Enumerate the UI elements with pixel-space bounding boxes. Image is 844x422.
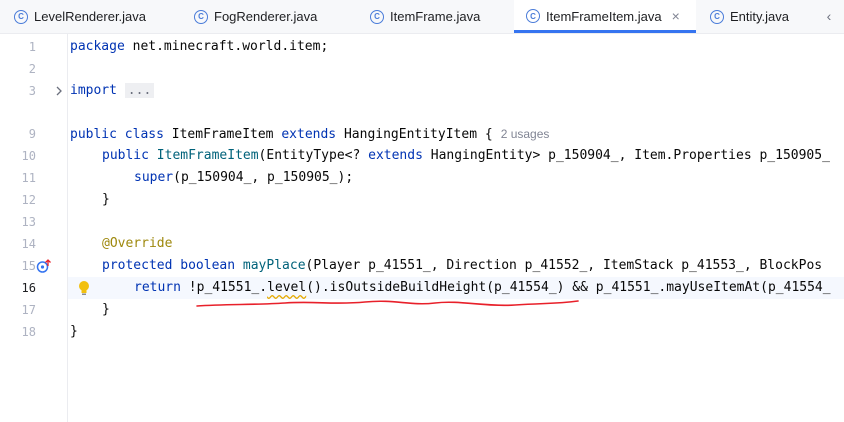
class-c-icon: C	[194, 9, 208, 24]
code-line[interactable]: public class ItemFrameItem extends Hangi…	[70, 123, 549, 145]
code-text: !p_41551_.	[180, 280, 268, 295]
tab-itemframe[interactable]: C ItemFrame.java	[370, 0, 480, 33]
red-scribble-underline	[196, 300, 579, 307]
fold-chevron-icon[interactable]	[55, 85, 63, 97]
line-number: 18	[21, 325, 36, 339]
class-c-icon: C	[526, 9, 540, 23]
keyword: extends	[368, 148, 423, 163]
tabs-scroll-icon[interactable]: ‹	[818, 6, 840, 26]
line-number-current: 16	[21, 281, 36, 295]
code-line[interactable]: public ItemFrameItem(EntityType<? extend…	[102, 145, 830, 167]
line-number: 2	[28, 62, 36, 76]
code-line[interactable]: }	[102, 299, 110, 321]
lightbulb-icon[interactable]	[77, 280, 91, 296]
class-name: ItemFrameItem	[163, 127, 282, 142]
gutter-separator	[67, 34, 68, 422]
code-text: (p_150904_, p_150905_);	[173, 170, 354, 185]
keyword: package	[70, 39, 125, 54]
keyword: super	[134, 170, 174, 185]
keyword: class	[124, 127, 164, 142]
annotation: @Override	[102, 236, 173, 251]
keyword: public	[102, 148, 149, 163]
keyword: public	[70, 127, 117, 142]
line-number: 1	[28, 40, 36, 54]
code-line[interactable]: import ...	[70, 80, 155, 102]
class-c-icon: C	[14, 9, 28, 24]
code-text: ().isOutsideBuildHeight(p_41554_) && p_4…	[306, 280, 831, 295]
code-line[interactable]: }	[70, 321, 78, 343]
tab-itemframeitem[interactable]: C ItemFrameItem.java ×	[514, 0, 696, 33]
class-c-icon: C	[370, 9, 384, 24]
line-number: 13	[21, 215, 36, 229]
tab-label: ItemFrame.java	[390, 9, 481, 24]
class-c-icon: C	[710, 9, 724, 24]
tab-label: Entity.java	[730, 9, 790, 24]
tab-fogrenderer[interactable]: C FogRenderer.java	[194, 0, 317, 33]
tab-label: LevelRenderer.java	[34, 9, 147, 24]
code-line[interactable]: protected boolean mayPlace(Player p_4155…	[102, 255, 822, 277]
method-name: ItemFrameItem	[156, 148, 259, 163]
line-number: 11	[21, 171, 36, 185]
usages-hint[interactable]: 2 usages	[501, 127, 550, 141]
code-line[interactable]: super(p_150904_, p_150905_);	[134, 167, 353, 189]
line-number: 17	[21, 303, 36, 317]
code-line[interactable]: }	[102, 189, 110, 211]
line-number: 10	[21, 149, 36, 163]
code-text: HangingEntityItem {	[336, 127, 493, 142]
keyword: return	[134, 280, 181, 295]
code-text: (Player p_41551_, Direction p_41552_, It…	[305, 258, 823, 273]
line-number: 9	[28, 127, 36, 141]
line-number: 12	[21, 193, 36, 207]
tab-entity[interactable]: C Entity.java	[710, 0, 789, 33]
tab-label: FogRenderer.java	[214, 9, 318, 24]
close-icon[interactable]: ×	[672, 8, 680, 24]
tab-label: ItemFrameItem.java	[546, 8, 662, 24]
folded-imports[interactable]: ...	[124, 83, 155, 98]
keyword: extends	[281, 127, 337, 142]
warning-squiggle-text[interactable]: level	[267, 280, 306, 295]
code-text: HangingEntity> p_150904_, Item.Propertie…	[422, 148, 830, 163]
code-text: net.minecraft.world.item;	[124, 39, 329, 54]
line-number: 14	[21, 237, 36, 251]
line-number: 3	[28, 84, 36, 98]
code-line[interactable]: @Override	[102, 233, 172, 255]
keyword: protected	[102, 258, 173, 273]
editor-tab-bar: C LevelRenderer.java C FogRenderer.java …	[0, 0, 844, 34]
line-number: 15	[21, 259, 36, 273]
code-line[interactable]: package net.minecraft.world.item;	[70, 36, 328, 58]
override-method-icon[interactable]	[36, 258, 52, 274]
method-name: mayPlace	[242, 258, 306, 273]
code-text: (EntityType<?	[258, 148, 369, 163]
tab-levelrenderer[interactable]: C LevelRenderer.java	[14, 0, 146, 33]
keyword: import	[70, 83, 117, 98]
keyword: boolean	[180, 258, 236, 273]
